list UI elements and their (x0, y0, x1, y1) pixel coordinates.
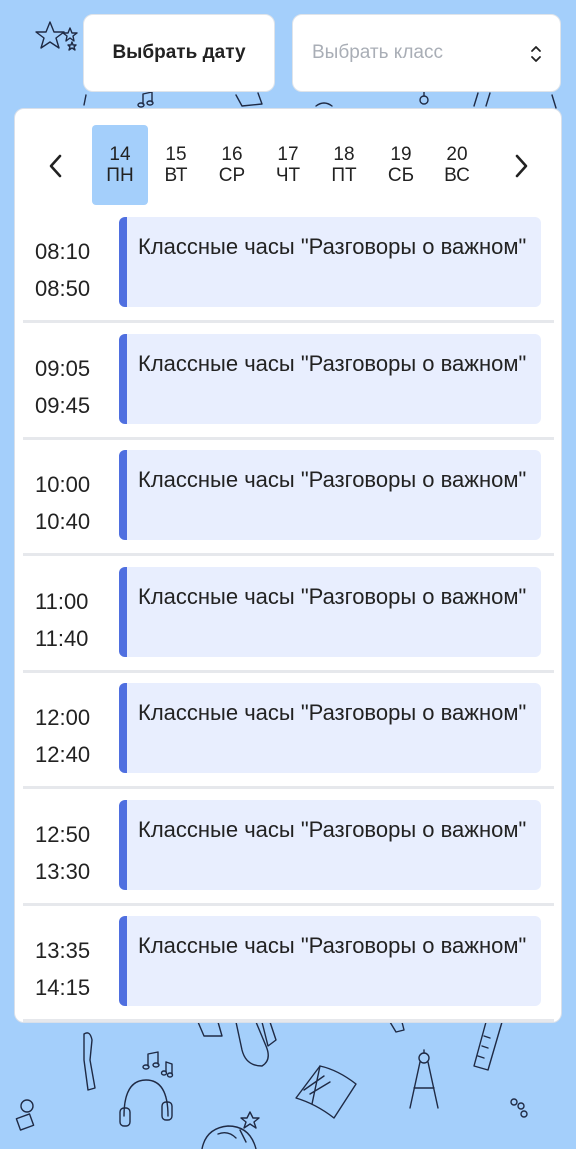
lesson-start-time: 08:10 (35, 239, 91, 264)
lesson-card[interactable]: Классные часы "Разговоры о важном" (119, 333, 541, 424)
lesson-row[interactable]: 12:00 12:40 Классные часы "Разговоры о важ… (23, 683, 554, 800)
lesson-title: Классные часы "Разговоры о важном" (138, 700, 527, 725)
globe-doodle-icon (201, 1125, 257, 1149)
lesson-time: 09:05 09:45 (35, 350, 90, 424)
day-tab[interactable]: 15 ВТ (148, 125, 204, 205)
book-doodle-icon (295, 1065, 357, 1119)
day-tab[interactable]: 18 ПТ (316, 125, 372, 205)
lesson-title: Классные часы "Разговоры о важном" (138, 467, 527, 492)
day-tab[interactable]: 20 ВС (429, 125, 485, 205)
lesson-card[interactable]: Классные часы "Разговоры о важном" (119, 916, 541, 1006)
day-number: 20 (446, 144, 468, 165)
lesson-end-time: 09:45 (35, 392, 91, 418)
day-tab[interactable]: 17 ЧТ (260, 125, 316, 205)
lesson-title: Классные часы "Разговоры о важном" (138, 816, 527, 842)
lesson-card[interactable]: Классные часы "Разговоры о важном" (119, 217, 541, 307)
lesson-title: Классные часы "Разговоры о важном" (138, 583, 527, 609)
day-number: 16 (221, 144, 243, 165)
lesson-start-time: 10:00 (35, 472, 91, 497)
lesson-row[interactable]: 09:05 09:45 Классные часы "Разговоры о важ… (23, 333, 554, 451)
row-divider (23, 902, 554, 906)
chevron-left-icon (49, 154, 62, 178)
lesson-time: 11:00 11:40 (35, 583, 88, 657)
lesson-time: 10:00 10:40 (35, 466, 90, 540)
lesson-end-time: 08:50 (35, 276, 91, 301)
day-number: 15 (165, 144, 187, 165)
lesson-time: 12:50 13:30 (35, 816, 90, 890)
day-number: 18 (333, 144, 355, 165)
day-tab[interactable]: 14 ПН (92, 125, 148, 205)
select-chevron-icon (531, 46, 541, 62)
lesson-card[interactable]: Классные часы "Разговоры о важном" (119, 683, 541, 773)
lesson-start-time: 13:35 (35, 938, 91, 963)
day-weekday: ПТ (331, 165, 357, 186)
lesson-end-time: 12:40 (35, 742, 91, 767)
previous-week-button[interactable] (46, 153, 64, 179)
lesson-time: 13:35 14:15 (35, 932, 90, 1006)
lesson-row[interactable]: 11:00 11:40 Классные часы "Разговоры о важ… (23, 566, 554, 684)
class-select-dropdown[interactable]: Выбрать класс (292, 14, 561, 92)
day-number: 17 (277, 144, 299, 165)
day-weekday: ПН (106, 165, 134, 186)
day-number: 14 (109, 144, 131, 165)
lesson-end-time: 13:30 (35, 858, 91, 884)
day-weekday: ЧТ (275, 165, 301, 186)
lesson-row[interactable]: 10:00 10:40 Классные часы "Разговоры о важ… (23, 450, 554, 567)
lesson-start-time: 12:50 (35, 821, 91, 847)
next-week-button[interactable] (513, 153, 531, 179)
row-divider (23, 786, 554, 789)
day-weekday: ВТ (164, 165, 188, 186)
star-doodle-icon (35, 21, 78, 51)
lesson-end-time: 11:40 (35, 625, 89, 651)
lesson-row[interactable]: 12:50 13:30 Классные часы "Разговоры о важ… (23, 799, 554, 917)
lesson-end-time: 14:15 (35, 975, 91, 1000)
lesson-card[interactable]: Классные часы "Разговоры о важном" (119, 566, 541, 657)
lesson-card[interactable]: Классные часы "Разговоры о важном" (119, 799, 541, 890)
select-date-label: Выбрать дату (112, 42, 246, 63)
chevron-right-icon (515, 154, 528, 178)
lesson-time: 08:10 08:50 (35, 233, 90, 307)
day-tab[interactable]: 16 СР (204, 125, 260, 205)
lesson-title: Классные часы "Разговоры о важном" (138, 350, 527, 376)
day-tab[interactable]: 19 СБ (373, 125, 429, 205)
row-divider (23, 320, 554, 323)
lesson-row[interactable]: 08:10 08:50 Классные часы "Разговоры о важ… (23, 217, 554, 334)
day-number: 19 (390, 144, 412, 165)
day-weekday: СР (218, 165, 246, 186)
lesson-row[interactable]: 13:35 14:15 Классные часы "Разговоры о важ… (23, 916, 554, 1033)
row-divider (23, 669, 554, 673)
day-weekday: СБ (387, 165, 415, 186)
schedule-card: 14 ПН 15 ВТ 16 СР 17 ЧТ 18 ПТ 19 СБ 20 ВС 08:10 08:50 К… (14, 108, 562, 1023)
lesson-time: 12:00 12:40 (35, 699, 90, 773)
lesson-start-time: 09:05 (35, 355, 91, 381)
brush-doodle-icon (83, 1032, 96, 1091)
row-divider (23, 436, 554, 440)
row-divider (23, 553, 554, 556)
lesson-start-time: 12:00 (35, 705, 91, 730)
select-date-button[interactable]: Выбрать дату (83, 14, 275, 92)
lesson-card[interactable]: Классные часы "Разговоры о важном" (119, 450, 541, 540)
lesson-title: Классные часы "Разговоры о важном" (138, 234, 527, 259)
lesson-end-time: 10:40 (35, 509, 91, 534)
row-divider (23, 1019, 554, 1022)
lesson-title: Классные часы "Разговоры о важном" (138, 933, 527, 958)
lesson-start-time: 11:00 (35, 588, 89, 614)
class-select-placeholder: Выбрать класс (312, 42, 443, 63)
day-weekday: ВС (444, 165, 470, 186)
headphones-doodle-icon (119, 1079, 173, 1127)
